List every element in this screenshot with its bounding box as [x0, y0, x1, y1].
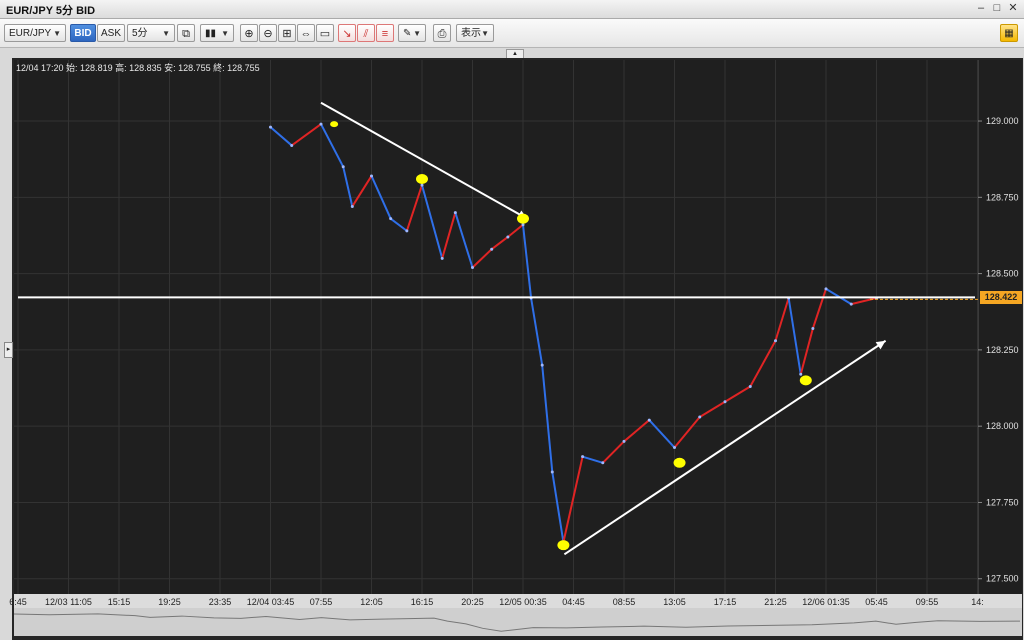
price-point [550, 470, 554, 474]
y-axis-area [978, 60, 1022, 594]
plot-area [14, 60, 978, 594]
price-point [319, 122, 323, 126]
price-point [490, 247, 494, 251]
marker-dot [673, 457, 686, 468]
x-tick-label: 23:35 [209, 597, 232, 607]
x-tick-label: 21:25 [764, 597, 787, 607]
price-point [601, 461, 605, 465]
price-point [723, 400, 727, 404]
x-tick-label: 05:45 [865, 597, 888, 607]
x-tick-label: 20:25 [461, 597, 484, 607]
y-tick-label: 128.500 [986, 269, 1019, 279]
x-tick-label: 12/03 11:05 [45, 597, 92, 607]
ohlc-readout: 12/04 17:20 始: 128.819 高: 128.835 安: 128… [16, 63, 260, 73]
price-point [521, 223, 525, 227]
price-point [453, 211, 457, 215]
marker-dot [416, 174, 428, 185]
marker-dot [517, 213, 529, 224]
price-point [290, 143, 294, 147]
price-point [811, 327, 815, 331]
price-point [420, 183, 424, 187]
x-tick-label: 08:55 [613, 597, 636, 607]
price-point [849, 302, 853, 306]
price-point [774, 339, 777, 343]
marker-dot [557, 540, 570, 551]
price-point [748, 385, 752, 389]
side-panel-toggle[interactable]: ▸ [4, 342, 13, 358]
price-point [350, 204, 354, 208]
x-tick-label: 12/05 00:35 [499, 597, 547, 607]
y-tick-label: 127.500 [986, 574, 1019, 584]
price-point [622, 439, 626, 443]
price-point [389, 217, 393, 221]
current-price-tag: 128.422 [980, 291, 1022, 304]
y-tick-label: 128.250 [986, 345, 1019, 355]
price-point [269, 125, 272, 129]
price-point [698, 415, 702, 419]
price-point [824, 287, 828, 291]
price-point [370, 174, 373, 178]
price-chart[interactable]: 129.000 128.750 128.500 128.250 128.000 127.7… [0, 0, 1024, 640]
price-point [581, 455, 585, 459]
x-tick-label: 12/06 01:35 [802, 597, 850, 607]
marker-dot [799, 375, 812, 386]
price-point [506, 235, 510, 239]
x-tick-label: 15:15 [108, 597, 131, 607]
price-point [673, 446, 676, 450]
price-point [405, 229, 409, 233]
x-tick-label: 12/04 03:45 [247, 597, 295, 607]
price-point [341, 165, 345, 169]
y-tick-label: 129.000 [986, 116, 1019, 126]
x-tick-label: 19:25 [158, 597, 181, 607]
y-tick-label: 127.750 [986, 497, 1019, 507]
x-tick-label: 17:15 [714, 597, 737, 607]
x-tick-label: 6:45 [9, 597, 27, 607]
x-tick-label: 04:45 [562, 597, 585, 607]
price-point [471, 265, 474, 269]
price-point [540, 363, 544, 367]
price-point [799, 372, 803, 376]
price-point [440, 256, 444, 260]
x-tick-label: 07:55 [310, 597, 333, 607]
x-tick-label: 12:05 [360, 597, 383, 607]
x-tick-label: 14: [971, 597, 984, 607]
x-tick-label: 09:55 [916, 597, 939, 607]
marker-dot [330, 121, 339, 128]
x-tick-label: 13:05 [663, 597, 686, 607]
y-tick-label: 128.000 [986, 421, 1019, 431]
x-tick-label: 16:15 [411, 597, 434, 607]
price-point [647, 418, 651, 422]
y-tick-label: 128.750 [986, 192, 1019, 202]
